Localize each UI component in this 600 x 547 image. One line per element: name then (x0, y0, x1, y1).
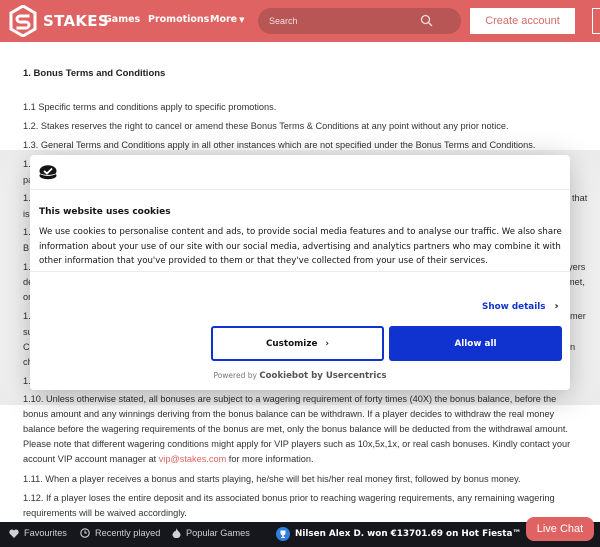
nav-more[interactable]: More ▼ (210, 14, 245, 25)
partial-text: met, (567, 277, 585, 287)
nav-more-label: More (210, 14, 238, 25)
nav-games[interactable]: Games (104, 14, 140, 25)
cookie-consent-dialog: This website uses cookies We use cookies… (30, 155, 570, 390)
cookie-dialog-title: This website uses cookies (39, 207, 171, 217)
caret-down-icon: ▼ (239, 16, 245, 24)
vip-email-link[interactable]: vip@stakes.com (159, 454, 227, 464)
login-button[interactable] (592, 8, 600, 34)
heart-icon (9, 529, 19, 538)
allow-all-button[interactable]: Allow all (389, 326, 562, 361)
customize-button[interactable]: Customize › (211, 326, 384, 361)
partial-text: that (572, 193, 588, 203)
trophy-icon (276, 527, 290, 541)
term-1-10: 1.10. Unless otherwise stated, all bonus… (23, 392, 583, 467)
live-chat-button[interactable]: Live Chat (526, 517, 594, 541)
nav-promotions[interactable]: Promotions (148, 14, 209, 25)
partial-text: yers (568, 262, 586, 272)
show-details-label: Show details (482, 301, 546, 312)
flame-icon (172, 528, 181, 538)
search-input[interactable] (269, 8, 419, 34)
partial-text: mer (570, 311, 586, 321)
term-1-1: 1.1 Specific terms and conditions apply … (23, 102, 277, 112)
term-1-11: 1.11. When a player receives a bonus and… (23, 474, 521, 484)
powered-by-prefix: Powered by (213, 371, 257, 380)
bottom-bar: Favourites Recently played Popular Games… (0, 522, 600, 547)
top-header: STAKES Games Promotions More▼ Create acc… (0, 0, 600, 42)
powered-by: Powered by Cookiebot by Usercentrics (30, 371, 570, 381)
term-1-12: 1.12. If a player loses the entire depos… (23, 493, 555, 518)
create-account-button[interactable]: Create account (470, 8, 575, 34)
winner-ticker-text: Nilsen Alex D. won €13701.69 on Hot Fies… (295, 529, 522, 539)
recently-played-tab[interactable]: Recently played (80, 528, 160, 538)
popular-games-tab[interactable]: Popular Games (172, 528, 250, 538)
recently-played-label: Recently played (95, 528, 161, 538)
partial-text: n (570, 342, 576, 352)
divider (30, 271, 570, 272)
stakes-hexagon-icon (9, 5, 37, 37)
chevron-right-icon: › (554, 301, 559, 312)
cookiebot-logo-icon (39, 165, 57, 180)
chevron-right-icon: › (325, 338, 330, 349)
winner-ticker: Nilsen Alex D. won €13701.69 on Hot Fies… (276, 527, 521, 541)
cookie-dialog-header (30, 155, 570, 190)
term-1-2: 1.2. Stakes reserves the right to cancel… (23, 121, 509, 131)
section-heading: 1. Bonus Terms and Conditions (23, 68, 166, 79)
popular-games-label: Popular Games (186, 528, 250, 538)
powered-by-brand[interactable]: Cookiebot by Usercentrics (259, 371, 386, 381)
brand-name: STAKES (43, 12, 109, 30)
search-box (258, 8, 461, 34)
stakes-logo[interactable]: STAKES (9, 5, 109, 37)
search-icon[interactable] (420, 14, 433, 27)
favourites-tab[interactable]: Favourites (9, 528, 67, 538)
favourites-label: Favourites (24, 528, 67, 538)
customize-label: Customize (265, 338, 318, 349)
clock-icon (80, 528, 90, 538)
term-1-10-text-end: for more information. (226, 454, 314, 464)
show-details-link[interactable]: Show details › (482, 301, 559, 312)
term-1-3: 1.3. General Terms and Conditions apply … (23, 140, 536, 150)
cookie-dialog-body: We use cookies to personalise content an… (39, 227, 562, 267)
